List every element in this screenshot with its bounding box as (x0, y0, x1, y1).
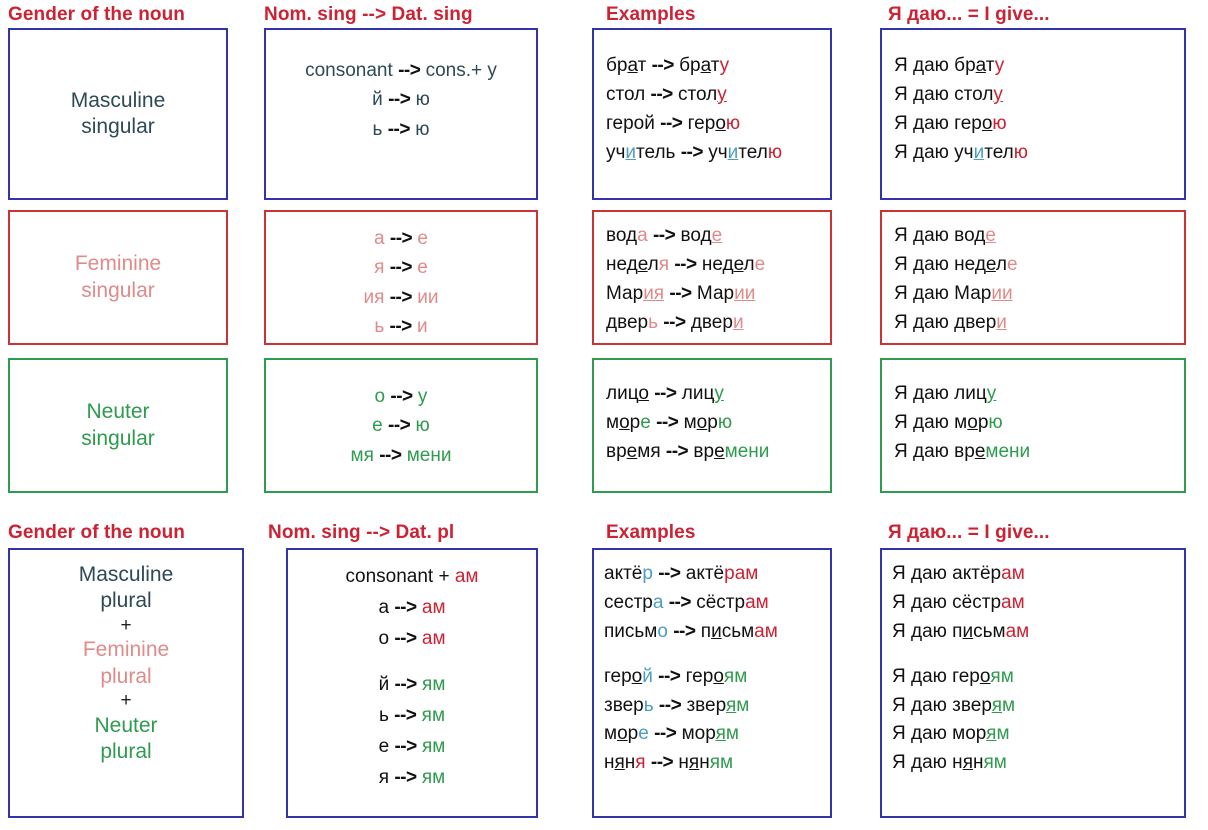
rule-line: ия --> ии (363, 286, 439, 308)
give-spacer (892, 647, 1184, 663)
examples-list-neuter-singular: лицо --> лицу море --> морю время --> вр… (594, 380, 830, 467)
example-line: учитель --> учителю (606, 141, 783, 163)
give-line: Я даю двери (894, 311, 1007, 333)
rules-list-feminine-singular: а --> е я --> е ия --> ии ь --> и (266, 224, 536, 342)
rule-line: я --> е (374, 257, 428, 279)
header-nom-sing-to-dat-sing: Nom. sing --> Dat. sing (264, 4, 473, 25)
rules-list-plural: consonant + ам а --> ам о --> ам й --> я… (288, 562, 536, 793)
rule-line: я --> ям (378, 766, 446, 788)
box-rules-plural: consonant + ам а --> ам о --> ам й --> я… (286, 548, 538, 818)
rule-spacer (288, 654, 536, 670)
rule-line: й --> ям (378, 674, 446, 696)
rule-line: мя --> мени (350, 444, 452, 466)
example-line: герой --> герою (606, 112, 741, 134)
rule-line: о --> ам (378, 627, 446, 649)
rule-line: а --> ам (378, 596, 446, 618)
box-give-neuter-singular: Я даю лицу Я даю морю Я даю времени (880, 358, 1186, 493)
box-examples-neuter-singular: лицо --> лицу море --> морю время --> вр… (592, 358, 832, 493)
header-gender-of-the-noun-plural: Gender of the noun (8, 522, 186, 543)
rule-line: а --> е (374, 228, 428, 249)
example-line: Мария --> Марии (606, 282, 756, 304)
examples-list-masculine-singular: брат --> брату стол --> столу герой --> … (594, 52, 830, 168)
example-line: письмо --> письмам (604, 620, 778, 642)
give-line: Я даю неделе (894, 253, 1018, 275)
give-line: Я даю герою (894, 112, 1007, 134)
give-line: Я даю Марии (894, 282, 1013, 304)
give-line: Я даю брату (894, 55, 1005, 76)
example-line: зверь --> зверям (604, 694, 750, 716)
examples-list-plural: актёр --> актёрам сестра --> сёстрам пис… (594, 560, 830, 778)
example-spacer (604, 647, 830, 663)
box-rules-feminine-singular: а --> е я --> е ия --> ии ь --> и (264, 210, 538, 345)
box-give-plural: Я даю актёрам Я даю сёстрам Я даю письма… (880, 548, 1186, 818)
header-gender-of-the-noun-singular: Gender of the noun (8, 4, 186, 25)
rule-line: consonant + ам (345, 566, 479, 587)
give-line: Я даю морям (892, 723, 1010, 745)
box-rules-masculine-singular: consonant --> cons.+ у й --> ю ь --> ю (264, 28, 538, 200)
rule-line: ь --> ю (372, 118, 430, 140)
label-neuter-singular: Neuter singular (81, 400, 155, 450)
header-examples-plural: Examples (606, 522, 696, 543)
give-line: Я даю столу (894, 83, 1003, 105)
rule-line: й --> ю (372, 89, 430, 111)
give-line: Я даю актёрам (892, 563, 1025, 584)
give-line: Я даю учителю (894, 141, 1028, 163)
give-line: Я даю няням (892, 752, 1007, 774)
rule-line: е --> ю (372, 415, 430, 437)
example-line: неделя --> неделе (606, 253, 766, 275)
rule-line: ь --> ям (378, 705, 446, 727)
give-line: Я даю морю (894, 411, 1003, 433)
dative-case-chart: Gender of the noun Nom. sing --> Dat. si… (0, 0, 1208, 830)
header-ya-dayu-singular: Я даю... = I give... (888, 4, 1050, 25)
example-line: брат --> брату (606, 55, 730, 76)
example-line: море --> морям (604, 723, 739, 745)
give-list-plural: Я даю актёрам Я даю сёстрам Я даю письма… (882, 560, 1184, 778)
box-gender-feminine-singular: Feminine singular (8, 210, 228, 345)
give-line: Я даю письмам (892, 620, 1030, 642)
rule-line: consonant --> cons.+ у (305, 60, 497, 81)
example-line: няня --> няням (604, 752, 734, 774)
example-line: вода --> воде (606, 225, 723, 246)
example-line: стол --> столу (606, 83, 727, 105)
box-give-feminine-singular: Я даю воде Я даю неделе Я даю Марии Я да… (880, 210, 1186, 345)
box-gender-neuter-singular: Neuter singular (8, 358, 228, 493)
example-line: лицо --> лицу (606, 383, 724, 404)
give-line: Я даю зверям (892, 694, 1016, 716)
box-examples-feminine-singular: вода --> воде неделя --> неделе Мария --… (592, 210, 832, 345)
box-examples-masculine-singular: брат --> брату стол --> столу герой --> … (592, 28, 832, 200)
box-rules-neuter-singular: о --> у е --> ю мя --> мени (264, 358, 538, 493)
header-examples-singular: Examples (606, 4, 696, 25)
example-line: актёр --> актёрам (604, 563, 759, 584)
give-list-neuter-singular: Я даю лицу Я даю морю Я даю времени (882, 380, 1184, 467)
give-line: Я даю сёстрам (892, 591, 1025, 613)
give-line: Я даю героям (892, 665, 1014, 687)
label-feminine-singular: Feminine singular (74, 252, 162, 302)
give-line: Я даю воде (894, 225, 996, 246)
header-nom-sing-to-dat-pl: Nom. sing --> Dat. pl (268, 522, 455, 543)
give-line: Я даю времени (894, 440, 1031, 462)
rule-line: о --> у (374, 386, 428, 407)
give-line: Я даю лицу (894, 383, 997, 404)
header-ya-dayu-plural: Я даю... = I give... (888, 522, 1050, 543)
rule-line: ь --> и (374, 316, 428, 338)
example-line: море --> морю (606, 411, 733, 433)
box-gender-plural-combined: Masculine plural + Feminine plural + Neu… (8, 548, 244, 818)
examples-list-feminine-singular: вода --> воде неделя --> неделе Мария --… (594, 222, 830, 338)
rules-list-neuter-singular: о --> у е --> ю мя --> мени (266, 382, 536, 470)
example-line: герой --> героям (604, 665, 748, 687)
label-plural-genders: Masculine plural + Feminine plural + Neu… (78, 563, 174, 763)
label-masculine-singular: Masculine singular (70, 88, 166, 138)
box-give-masculine-singular: Я даю брату Я даю столу Я даю герою Я да… (880, 28, 1186, 200)
example-line: время --> времени (606, 440, 770, 462)
give-list-feminine-singular: Я даю воде Я даю неделе Я даю Марии Я да… (882, 222, 1184, 338)
example-line: сестра --> сёстрам (604, 591, 769, 613)
box-examples-plural: актёр --> актёрам сестра --> сёстрам пис… (592, 548, 832, 818)
rules-list-masculine-singular: consonant --> cons.+ у й --> ю ь --> ю (266, 56, 536, 144)
rule-line: е --> ям (378, 735, 446, 757)
box-gender-masculine-singular: Masculine singular (8, 28, 228, 200)
example-line: дверь --> двери (606, 311, 744, 333)
give-list-masculine-singular: Я даю брату Я даю столу Я даю герою Я да… (882, 52, 1184, 168)
